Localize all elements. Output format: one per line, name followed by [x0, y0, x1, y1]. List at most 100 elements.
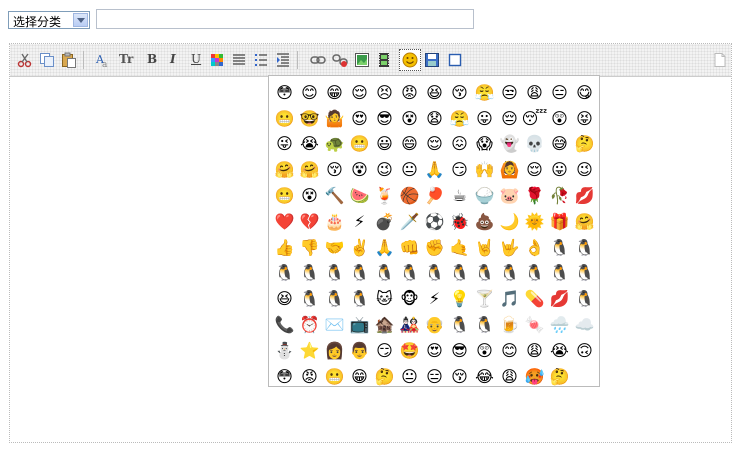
cut-button[interactable] — [17, 52, 33, 68]
emoticon-item[interactable]: ⛄ — [272, 338, 297, 364]
emoticon-item[interactable]: 😳 — [272, 364, 297, 390]
emoticon-item[interactable]: 😵 — [347, 157, 372, 183]
emoticon-item[interactable]: 🍚 — [472, 183, 497, 209]
emoticon-item[interactable]: 🐧 — [322, 286, 347, 312]
emoticon-item[interactable]: 💡 — [447, 286, 472, 312]
emoticon-item[interactable]: 😊 — [497, 338, 522, 364]
list-button[interactable] — [253, 52, 269, 68]
emoticon-item[interactable]: 💔 — [297, 209, 322, 235]
emoticon-item[interactable]: 🐷 — [497, 183, 522, 209]
emoticon-item[interactable]: 💀 — [522, 132, 547, 158]
emoticon-item[interactable]: 😔 — [497, 106, 522, 132]
emoticon-item[interactable]: 🎂 — [322, 209, 347, 235]
emoticon-item[interactable]: ☁️ — [572, 312, 597, 338]
emoticon-item[interactable]: 👨 — [347, 338, 372, 364]
emoticon-item[interactable]: 🐧 — [472, 261, 497, 287]
emoticon-item[interactable]: 🍸 — [472, 286, 497, 312]
emoticon-item[interactable]: 👻 — [497, 132, 522, 158]
emoticon-item[interactable]: 😭 — [547, 338, 572, 364]
emoticon-item[interactable]: 🤟 — [497, 235, 522, 261]
emoticon-item[interactable]: 👊 — [397, 235, 422, 261]
emoticon-item[interactable]: 😵 — [397, 106, 422, 132]
emoticon-item[interactable]: 😐 — [397, 157, 422, 183]
emoticon-item[interactable]: 💋 — [572, 183, 597, 209]
emoticon-item[interactable]: 😑 — [422, 364, 447, 390]
fullscreen-button[interactable] — [447, 52, 463, 68]
emoticon-item[interactable]: 😵 — [297, 183, 322, 209]
emoticon-item[interactable]: 😏 — [372, 338, 397, 364]
emoticon-item[interactable]: 🐧 — [322, 261, 347, 287]
emoticon-item[interactable]: 🏚️ — [372, 312, 397, 338]
emoticon-item[interactable]: 😬 — [272, 106, 297, 132]
emoticon-button[interactable] — [399, 49, 421, 71]
emoticon-item[interactable]: 🍺 — [497, 312, 522, 338]
media-button[interactable] — [376, 52, 392, 68]
color-button[interactable] — [209, 52, 225, 68]
emoticon-item[interactable]: 😑 — [547, 80, 572, 106]
emoticon-item[interactable]: 😛 — [547, 157, 572, 183]
font-size-button[interactable]: Tr — [117, 52, 137, 68]
emoticon-item[interactable]: 😚 — [447, 80, 472, 106]
emoticon-item[interactable]: 😡 — [397, 80, 422, 106]
emoticon-item[interactable]: 😚 — [447, 364, 472, 390]
emoticon-item[interactable]: 😏 — [447, 157, 472, 183]
source-button[interactable] — [712, 52, 728, 68]
emoticon-item[interactable]: 🤷 — [322, 106, 347, 132]
emoticon-item[interactable]: 🗡️ — [397, 209, 422, 235]
emoticon-item[interactable]: 📺 — [347, 312, 372, 338]
emoticon-item[interactable]: 😛 — [472, 106, 497, 132]
emoticon-item[interactable]: 😱 — [472, 132, 497, 158]
emoticon-item[interactable]: 😤 — [472, 80, 497, 106]
emoticon-item[interactable]: 💩 — [472, 209, 497, 235]
emoticon-item[interactable]: 😲 — [472, 338, 497, 364]
emoticon-item[interactable]: ✉️ — [322, 312, 347, 338]
emoticon-item[interactable]: 🐧 — [572, 261, 597, 287]
emoticon-item[interactable]: ☕ — [447, 183, 472, 209]
emoticon-item[interactable]: 🍬 — [522, 312, 547, 338]
emoticon-item[interactable]: 🐧 — [347, 261, 372, 287]
emoticon-item[interactable]: ✊ — [422, 235, 447, 261]
emoticon-item[interactable]: 😌 — [522, 157, 547, 183]
emoticon-item[interactable]: 🙆 — [497, 157, 522, 183]
emoticon-item[interactable]: 👩 — [322, 338, 347, 364]
emoticon-item[interactable]: 🤗 — [572, 209, 597, 235]
emoticon-item[interactable]: 😁 — [347, 364, 372, 390]
emoticon-item[interactable]: 😡 — [297, 364, 322, 390]
emoticon-item[interactable]: 😬 — [322, 364, 347, 390]
emoticon-item[interactable]: 😒 — [497, 80, 522, 106]
emoticon-item[interactable]: 😍 — [347, 106, 372, 132]
emoticon-item[interactable]: 😣 — [372, 80, 397, 106]
emoticon-item[interactable]: 😄 — [397, 132, 422, 158]
emoticon-item[interactable]: 🙃 — [572, 338, 597, 364]
emoticon-item[interactable]: 🤩 — [397, 338, 422, 364]
emoticon-item[interactable]: 🐧 — [547, 261, 572, 287]
emoticon-item[interactable]: 🤗 — [272, 157, 297, 183]
emoticon-item[interactable]: ⚽ — [422, 209, 447, 235]
emoticon-item[interactable]: 🤗 — [297, 157, 322, 183]
emoticon-item[interactable]: 🥀 — [547, 183, 572, 209]
emoticon-item[interactable]: 🎎 — [397, 312, 422, 338]
emoticon-item[interactable]: 😬 — [272, 183, 297, 209]
emoticon-item[interactable]: 🙏 — [372, 235, 397, 261]
emoticon-item[interactable]: 😲 — [547, 106, 572, 132]
title-input[interactable] — [96, 9, 474, 29]
emoticon-item[interactable]: ⏰ — [297, 312, 322, 338]
emoticon-item[interactable]: 😩 — [497, 364, 522, 390]
unlink-button[interactable] — [332, 52, 348, 68]
emoticon-item[interactable]: 🤔 — [372, 364, 397, 390]
emoticon-item[interactable]: 😝 — [572, 106, 597, 132]
emoticon-item[interactable]: 🐵 — [397, 286, 422, 312]
emoticon-item[interactable]: 🤓 — [297, 106, 322, 132]
emoticon-item[interactable]: 😴 — [522, 106, 548, 132]
emoticon-item[interactable]: 😃 — [372, 132, 397, 158]
emoticon-item[interactable]: 🌞 — [522, 209, 547, 235]
chevron-down-icon[interactable] — [73, 13, 88, 27]
emoticon-item[interactable]: 😎 — [447, 338, 472, 364]
emoticon-item[interactable]: 😉 — [572, 157, 597, 183]
emoticon-item[interactable]: 🤝 — [322, 235, 347, 261]
emoticon-item[interactable]: 😆 — [272, 286, 297, 312]
emoticon-item[interactable]: 🐧 — [472, 312, 497, 338]
emoticon-item[interactable]: 🙏 — [422, 157, 447, 183]
emoticon-item[interactable]: 👌 — [522, 235, 547, 261]
emoticon-item[interactable]: 😤 — [447, 106, 472, 132]
